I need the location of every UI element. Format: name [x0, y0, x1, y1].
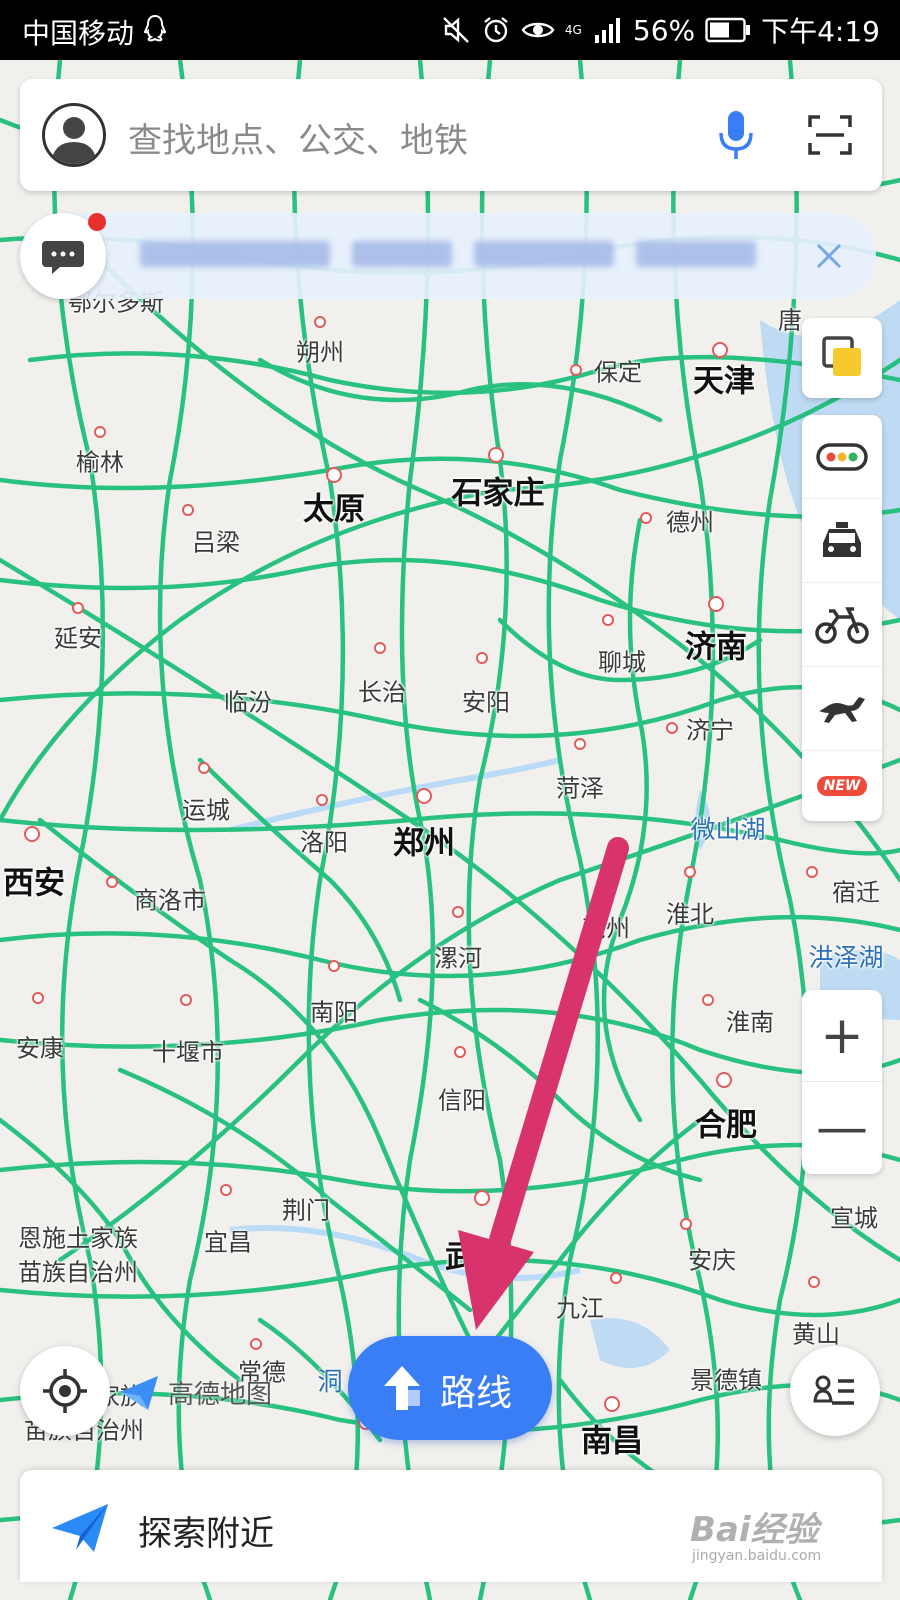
- map-label[interactable]: 德州: [666, 503, 714, 538]
- carrier-label: 中国移动: [22, 17, 135, 50]
- baidu-watermark-url: jingyan.baidu.com: [692, 1548, 822, 1564]
- traffic-icon: [816, 442, 868, 471]
- map-label[interactable]: 南昌: [581, 1416, 643, 1461]
- blurred-message: [140, 241, 756, 271]
- map-label[interactable]: 九江: [556, 1289, 604, 1324]
- map-label[interactable]: 洞: [317, 1362, 342, 1398]
- map-label[interactable]: 长治: [358, 673, 406, 708]
- map-label[interactable]: 临汾: [224, 683, 272, 718]
- zoom-in-button[interactable]: +: [802, 990, 882, 1082]
- map-label[interactable]: 洪泽湖: [808, 938, 883, 974]
- clock: 下午4:19: [761, 15, 880, 48]
- map-label[interactable]: 菏泽: [556, 769, 604, 804]
- taxi-icon: [823, 521, 861, 557]
- search-input[interactable]: 查找地点、公交、地铁: [128, 113, 468, 162]
- microphone-icon[interactable]: [716, 109, 756, 161]
- map-label[interactable]: 吕梁: [192, 523, 240, 558]
- map-label[interactable]: 微山湖: [690, 810, 765, 846]
- eye-icon: [521, 22, 555, 38]
- route-arrow-icon: [384, 1366, 420, 1410]
- zoom-out-button[interactable]: —: [802, 1082, 882, 1174]
- paper-plane-icon: [52, 1504, 108, 1552]
- map-label[interactable]: 武汉: [445, 1232, 507, 1277]
- map-label[interactable]: 宿迁: [832, 873, 880, 908]
- scan-icon[interactable]: [808, 113, 852, 157]
- map-label[interactable]: 太原: [303, 484, 365, 529]
- unread-dot: [88, 213, 106, 231]
- network-label: 4G: [564, 23, 582, 37]
- layers-button[interactable]: [802, 318, 882, 398]
- map-label[interactable]: 苗族自治州: [18, 1253, 138, 1288]
- taxi-button[interactable]: [802, 499, 882, 583]
- map-label[interactable]: 宣城: [830, 1199, 878, 1234]
- map-label[interactable]: 黄山: [792, 1315, 840, 1350]
- map-label[interactable]: 运城: [182, 791, 230, 826]
- map-label[interactable]: 安康: [16, 1029, 64, 1064]
- map-label[interactable]: 淮北: [666, 895, 714, 930]
- map-label[interactable]: 天津: [693, 356, 755, 401]
- map-tools-panel: NEW: [802, 415, 882, 821]
- status-bar: 中国移动 4G 56% 下午4:19: [0, 0, 900, 60]
- battery-percent: 56%: [632, 13, 696, 47]
- alarm-icon: [484, 17, 508, 43]
- map-label[interactable]: 荆门: [282, 1191, 330, 1226]
- close-icon[interactable]: [812, 239, 846, 273]
- map-label[interactable]: 安庆: [688, 1241, 736, 1276]
- horse-icon: [819, 696, 865, 723]
- map-label[interactable]: 唐: [778, 301, 802, 336]
- status-icons: 4G 56% 下午4:19: [441, 12, 880, 48]
- map-label[interactable]: 信阳: [438, 1081, 486, 1116]
- baidu-watermark: Bai经验: [690, 1510, 819, 1550]
- map-label[interactable]: 景德镇: [690, 1361, 762, 1396]
- list-icon: [813, 1375, 854, 1405]
- amap-logo-icon: [120, 1376, 158, 1410]
- map-label[interactable]: 恩施土家族: [18, 1219, 138, 1254]
- logo-text: 高德地图: [168, 1379, 273, 1410]
- message-button[interactable]: [20, 213, 106, 299]
- search-bar[interactable]: 查找地点、公交、地铁: [20, 79, 882, 191]
- map-label[interactable]: 十堰市: [152, 1033, 224, 1068]
- map-label[interactable]: 淮南: [726, 1003, 774, 1038]
- traffic-button[interactable]: [802, 415, 882, 499]
- new-badge: NEW: [816, 776, 868, 796]
- map-label[interactable]: 南阳: [310, 993, 358, 1028]
- mute-icon: [443, 17, 469, 43]
- map-label[interactable]: 郑州: [393, 818, 455, 863]
- amap-logo: 高德地图: [118, 1370, 272, 1414]
- map-label[interactable]: 济宁: [686, 711, 734, 746]
- route-button[interactable]: 路线: [348, 1336, 552, 1440]
- map-label[interactable]: 宜昌: [204, 1223, 252, 1258]
- map-label[interactable]: 商洛市: [134, 881, 206, 916]
- avatar-icon[interactable]: [42, 103, 106, 167]
- list-button[interactable]: [790, 1346, 880, 1436]
- map-label[interactable]: 聊城: [598, 643, 646, 678]
- new-feature-button[interactable]: NEW: [802, 751, 882, 821]
- bike-button[interactable]: [802, 583, 882, 667]
- map-label[interactable]: 保定: [594, 353, 642, 388]
- zoom-controls: + —: [802, 990, 882, 1174]
- message-banner[interactable]: [20, 213, 876, 299]
- map-label[interactable]: 西安: [3, 858, 65, 903]
- battery-icon: [705, 17, 751, 43]
- travel-button[interactable]: [802, 667, 882, 751]
- map-label[interactable]: 安阳: [462, 683, 510, 718]
- locate-button[interactable]: [20, 1346, 110, 1436]
- signal-icon: [594, 18, 620, 43]
- map-label[interactable]: 漯河: [434, 939, 482, 974]
- locate-icon: [43, 1369, 87, 1413]
- map-label[interactable]: 石家庄: [452, 468, 545, 513]
- route-label: 路线: [440, 1373, 513, 1414]
- explore-nearby-label: 探索附近: [138, 1514, 274, 1554]
- layers-icon: [822, 336, 861, 376]
- map-label[interactable]: 合肥: [695, 1100, 757, 1145]
- bike-icon: [815, 606, 869, 644]
- map-label[interactable]: 亳州: [582, 909, 630, 944]
- qq-notification-icon: [143, 14, 167, 42]
- map-label[interactable]: 朔州: [296, 333, 344, 368]
- map-label[interactable]: 榆林: [76, 443, 124, 478]
- map-label[interactable]: 洛阳: [300, 823, 348, 858]
- map-label[interactable]: 延安: [54, 619, 102, 654]
- map-label[interactable]: 济南: [685, 622, 747, 667]
